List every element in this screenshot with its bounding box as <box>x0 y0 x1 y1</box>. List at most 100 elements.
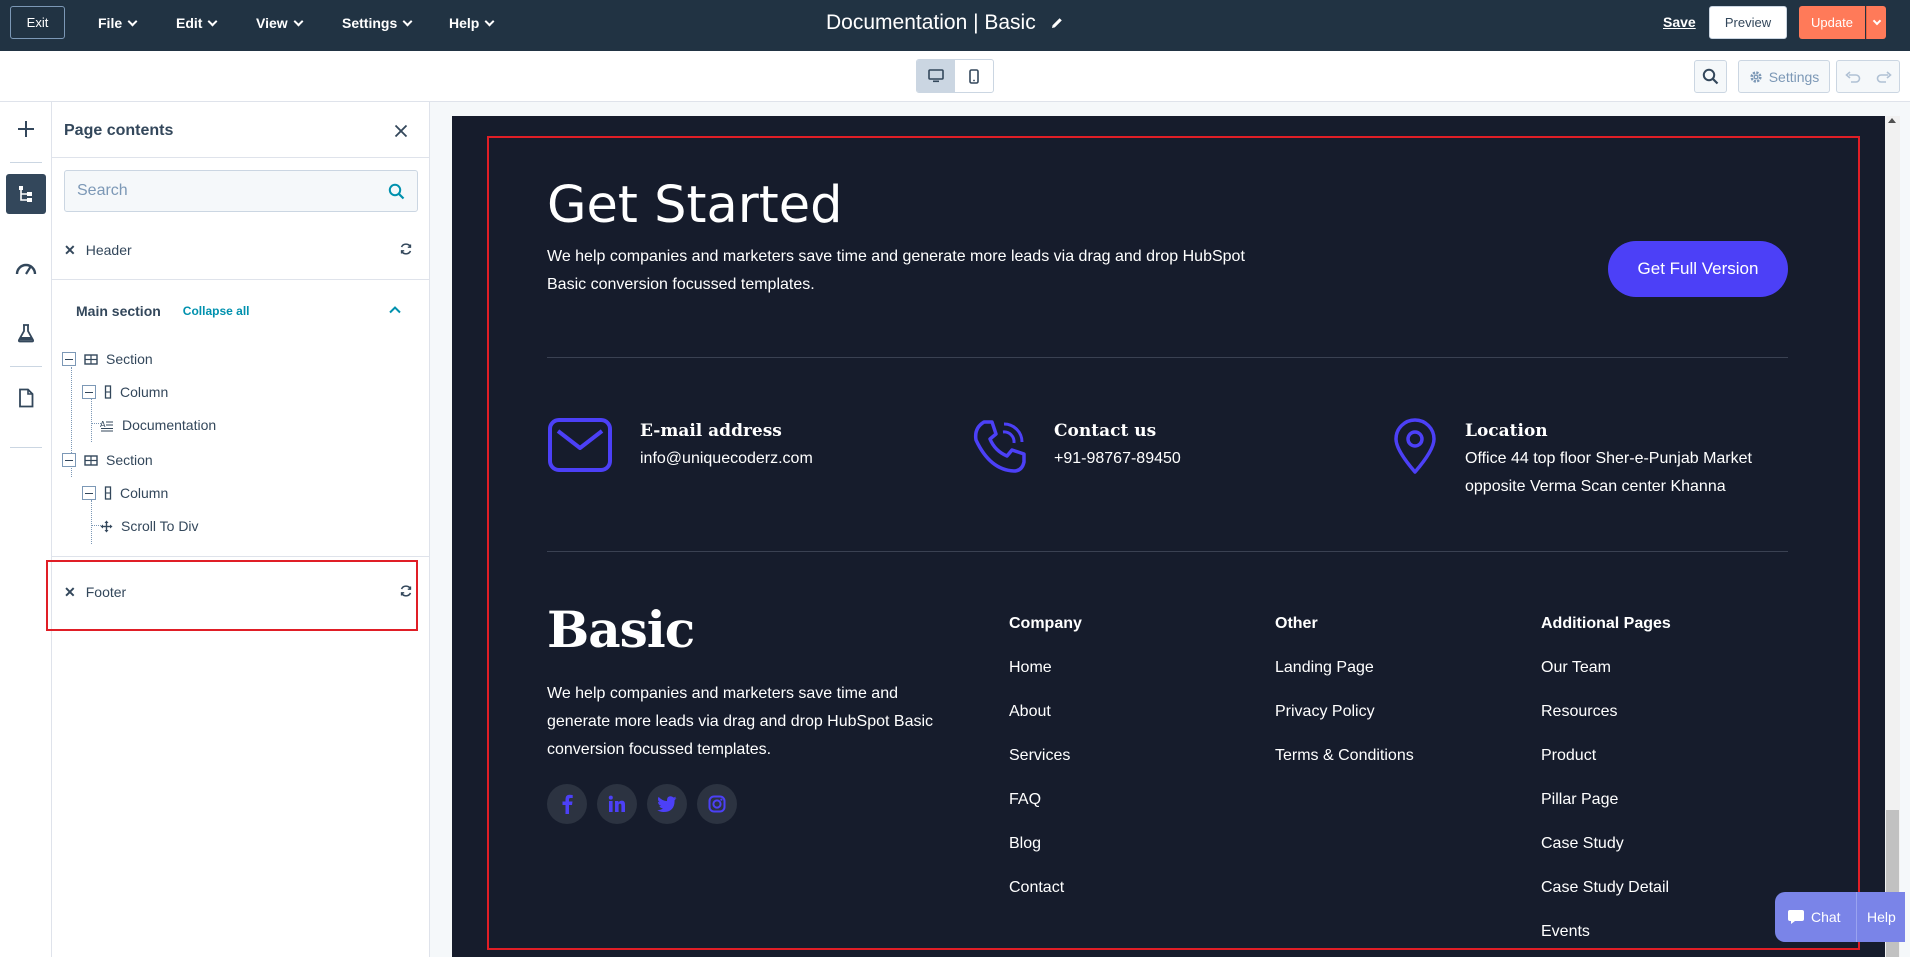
file-menu-label: File <box>98 15 123 31</box>
optimize-button[interactable] <box>6 248 46 288</box>
settings-button[interactable]: Settings <box>1738 60 1830 93</box>
flask-icon <box>17 324 35 343</box>
svg-text:A: A <box>100 420 106 429</box>
panel-divider <box>52 157 430 158</box>
editor-topbar: Exit File Edit View Settings Help Docume… <box>0 0 1910 51</box>
close-panel-button[interactable] <box>390 120 412 142</box>
chat-bubble-icon <box>1788 910 1804 924</box>
help-button[interactable]: Help <box>1857 909 1896 925</box>
column-icon <box>104 385 112 399</box>
edit-menu-label: Edit <box>176 15 203 31</box>
search-input[interactable] <box>65 171 365 211</box>
help-menu-label: Help <box>449 15 480 31</box>
search-icon[interactable] <box>388 183 405 200</box>
collapse-toggle[interactable] <box>62 453 76 467</box>
undo-button[interactable] <box>1837 61 1868 92</box>
settings-menu-label: Settings <box>342 15 398 31</box>
chevron-down-icon <box>127 16 138 26</box>
document-title-text: Documentation | Basic <box>826 11 1036 34</box>
header-row[interactable]: ✕ Header <box>64 240 132 260</box>
chevron-down-icon <box>484 16 495 26</box>
collapse-all-link[interactable]: Collapse all <box>183 304 250 318</box>
tree-item-label: Documentation <box>122 417 217 433</box>
mobile-icon <box>969 68 979 84</box>
device-view-toggle <box>916 59 994 93</box>
panel-divider <box>52 556 430 557</box>
chevron-down-icon <box>293 16 304 26</box>
rail-divider <box>10 447 42 448</box>
tree-item-module[interactable]: A Documentation <box>100 415 216 435</box>
test-button[interactable] <box>6 313 46 353</box>
rail-divider <box>10 366 42 367</box>
move-icon <box>100 520 113 533</box>
desktop-icon <box>928 69 944 83</box>
tree-item-column[interactable]: Column <box>82 483 168 503</box>
section-icon <box>84 454 98 466</box>
column-icon <box>104 486 112 500</box>
file-menu[interactable]: File <box>98 0 138 46</box>
settings-button-label: Settings <box>1768 68 1820 85</box>
collapse-toggle[interactable] <box>82 385 96 399</box>
chat-button-label: Chat <box>1811 909 1841 925</box>
collapse-toggle[interactable] <box>82 486 96 500</box>
document-title[interactable]: Documentation | Basic <box>826 11 1064 35</box>
exit-button[interactable]: Exit <box>10 6 65 39</box>
tree-item-label: Section <box>106 351 153 367</box>
chat-button[interactable]: Chat <box>1775 892 1857 942</box>
document-icon <box>19 388 34 408</box>
tree-item-label: Column <box>120 384 169 400</box>
panel-title: Page contents <box>64 122 174 139</box>
view-menu-label: View <box>256 15 288 31</box>
preview-button[interactable]: Preview <box>1709 6 1787 39</box>
footer-highlight-box <box>46 560 418 631</box>
rail-divider <box>10 162 42 163</box>
chevron-down-icon <box>1872 16 1881 25</box>
page-contents-button[interactable] <box>6 174 46 214</box>
chevron-up-icon[interactable] <box>388 303 402 317</box>
tree-item-section[interactable]: Section <box>62 450 153 470</box>
editor-toolbar: Settings <box>0 51 1910 102</box>
panel-search <box>64 170 418 212</box>
speedometer-icon <box>15 263 37 275</box>
tree-item-label: Column <box>120 485 169 501</box>
page-settings-button[interactable] <box>6 378 46 418</box>
update-options-button[interactable] <box>1866 6 1886 39</box>
mobile-view-button[interactable] <box>955 60 993 92</box>
chevron-down-icon <box>208 16 218 26</box>
redo-icon <box>1876 70 1892 83</box>
tree-structure-icon <box>19 186 32 202</box>
header-label: Header <box>85 242 132 258</box>
selected-section-outline <box>487 136 1860 950</box>
section-icon <box>84 353 98 365</box>
edit-menu[interactable]: Edit <box>176 0 218 46</box>
plus-icon <box>18 121 34 137</box>
close-icon <box>394 124 408 138</box>
main-section-label: Main section <box>76 303 161 319</box>
update-button[interactable]: Update <box>1799 6 1865 39</box>
main-section-row: Main section Collapse all <box>76 301 250 321</box>
scroll-up-arrow[interactable] <box>1888 118 1896 123</box>
tree-line <box>91 398 92 442</box>
tree-line <box>91 500 92 544</box>
settings-menu[interactable]: Settings <box>342 0 413 46</box>
search-button[interactable] <box>1694 60 1727 93</box>
add-module-button[interactable] <box>6 109 46 149</box>
help-menu[interactable]: Help <box>449 0 495 46</box>
tree-item-label: Section <box>106 452 153 468</box>
tree-item-section[interactable]: Section <box>62 349 153 369</box>
tree-item-column[interactable]: Column <box>82 382 168 402</box>
desktop-view-button[interactable] <box>917 60 955 92</box>
gear-icon <box>1750 70 1762 83</box>
page-contents-panel: Page contents ✕ Header Main section Coll… <box>52 102 430 957</box>
undo-redo-group <box>1836 60 1900 93</box>
view-menu[interactable]: View <box>256 0 304 46</box>
save-button[interactable]: Save <box>1663 14 1696 30</box>
tree-item-module[interactable]: Scroll To Div <box>100 516 199 536</box>
tree-item-label: Scroll To Div <box>121 518 199 534</box>
chevron-down-icon <box>402 16 413 26</box>
sync-icon[interactable] <box>399 242 413 256</box>
collapse-toggle[interactable] <box>62 352 76 366</box>
redo-button[interactable] <box>1868 61 1899 92</box>
pencil-icon[interactable] <box>1050 16 1064 30</box>
rich-text-icon: A <box>100 419 114 432</box>
